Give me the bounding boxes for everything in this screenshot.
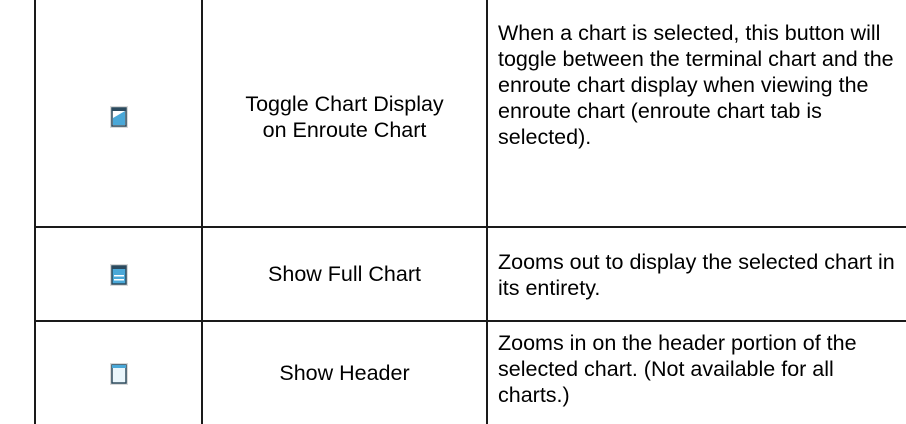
description-cell: Zooms out to display the selected chart … <box>486 227 906 322</box>
description-cell: Zooms in on the header portion of the se… <box>486 321 906 424</box>
show-header-icon <box>109 363 128 386</box>
description-cell: When a chart is selected, this button wi… <box>486 0 906 228</box>
button-name-line: on Enroute Chart <box>262 118 427 142</box>
button-name-cell: Show Full Chart <box>201 227 487 322</box>
table-row: Show Header Zooms in on the header porti… <box>34 321 906 424</box>
button-name-line: Show Full Chart <box>268 262 421 286</box>
button-name-line: Toggle Chart Display <box>245 92 444 116</box>
icon-cell <box>34 227 202 322</box>
icon-cell <box>34 321 202 424</box>
button-name-cell: Toggle Chart Display on Enroute Chart <box>201 0 487 228</box>
table-row: Show Full Chart Zooms out to display the… <box>34 227 906 322</box>
toggle-chart-display-icon <box>109 106 128 128</box>
show-full-chart-icon <box>109 264 128 287</box>
button-name-line: Show Header <box>279 361 410 385</box>
button-name-cell: Show Header <box>201 321 487 424</box>
table-row: Toggle Chart Display on Enroute Chart Wh… <box>34 0 906 228</box>
icon-cell <box>34 0 202 228</box>
chart-buttons-table: Toggle Chart Display on Enroute Chart Wh… <box>34 0 906 424</box>
